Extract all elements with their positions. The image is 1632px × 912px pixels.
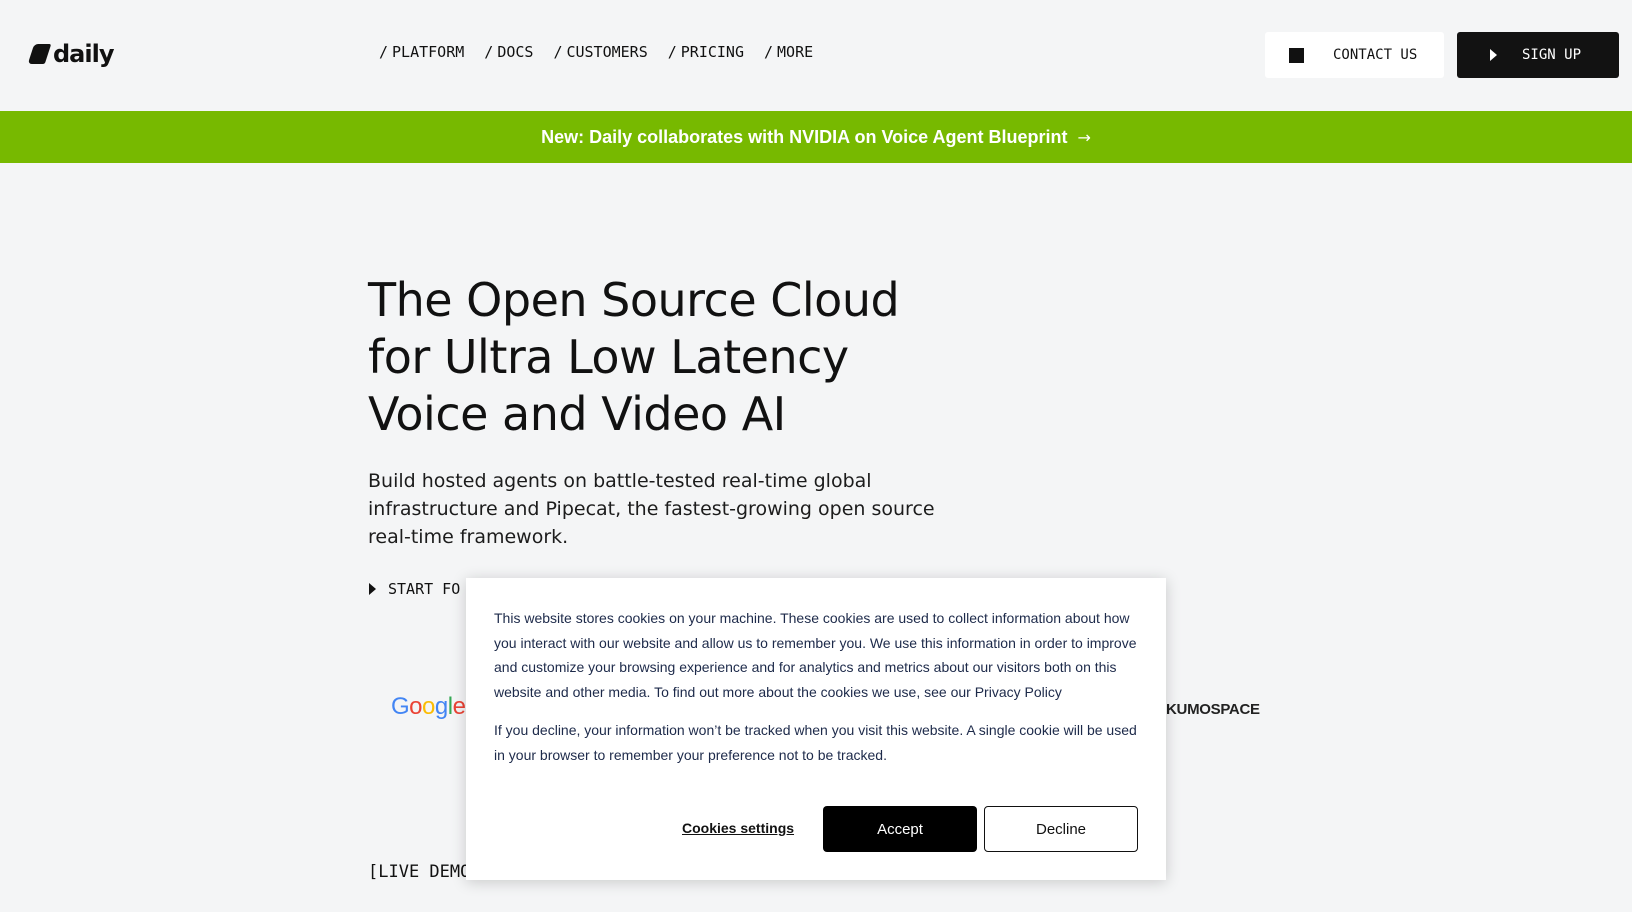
daily-logo[interactable]: daily bbox=[27, 40, 114, 68]
nav-item-pricing[interactable]: / PRICING bbox=[668, 43, 744, 61]
arrow-right-icon: → bbox=[1077, 127, 1091, 147]
nav-label: PLATFORM bbox=[392, 43, 465, 61]
sign-up-label: SIGN UP bbox=[1522, 47, 1582, 63]
nav-item-more[interactable]: / MORE bbox=[764, 43, 813, 61]
nav-item-customers[interactable]: / CUSTOMERS bbox=[553, 43, 647, 61]
nav-slash: / bbox=[379, 43, 389, 61]
nav-label: DOCS bbox=[497, 43, 534, 61]
cookie-consent-dialog: This website stores cookies on your mach… bbox=[466, 578, 1166, 880]
hero-title: The Open Source Cloud for Ultra Low Late… bbox=[368, 273, 900, 441]
google-letter: G bbox=[391, 693, 410, 720]
nav-slash: / bbox=[764, 43, 774, 61]
contact-us-button[interactable]: CONTACT US bbox=[1265, 32, 1444, 78]
cookies-settings-button[interactable]: Cookies settings bbox=[682, 820, 794, 836]
google-letter: e bbox=[452, 693, 466, 720]
start-free-button[interactable]: START FO bbox=[369, 580, 460, 598]
play-triangle-icon bbox=[1490, 49, 1497, 61]
announcement-banner[interactable]: New: Daily collaborates with NVIDIA on V… bbox=[0, 111, 1632, 163]
nav-slash: / bbox=[484, 43, 494, 61]
daily-logo-mark-icon bbox=[27, 44, 52, 64]
announcement-text: New: Daily collaborates with NVIDIA on V… bbox=[541, 126, 1068, 147]
nav-label: MORE bbox=[777, 43, 814, 61]
nav-slash: / bbox=[553, 43, 563, 61]
square-icon bbox=[1289, 47, 1304, 63]
google-logo: Google bbox=[391, 693, 466, 721]
nav-label: PRICING bbox=[680, 43, 744, 61]
decline-button[interactable]: Decline bbox=[984, 806, 1138, 852]
nav-slash: / bbox=[667, 43, 677, 61]
contact-us-label: CONTACT US bbox=[1333, 47, 1418, 63]
kumospace-logo: KUMOSPACE bbox=[1166, 701, 1260, 718]
cookie-text-1: This website stores cookies on your mach… bbox=[494, 606, 1138, 704]
sign-up-button[interactable]: SIGN UP bbox=[1457, 32, 1619, 78]
accept-button[interactable]: Accept bbox=[823, 806, 977, 852]
google-letter: g bbox=[434, 693, 448, 720]
privacy-policy-link[interactable]: Privacy Policy bbox=[975, 684, 1062, 700]
nav-item-docs[interactable]: / DOCS bbox=[484, 43, 533, 61]
main-nav: / PLATFORM / DOCS / CUSTOMERS / PRICING / MOR… bbox=[379, 43, 813, 61]
start-free-label: START FO bbox=[388, 580, 461, 598]
live-demo-label: [LIVE DEMO] bbox=[368, 862, 481, 882]
play-triangle-icon bbox=[369, 583, 376, 595]
google-letter: o bbox=[409, 693, 423, 720]
cookie-paragraph-2: If you decline, your information won’t b… bbox=[494, 722, 1137, 763]
top-navigation-bar: daily / PLATFORM / DOCS / CUSTOMERS / PRICIN… bbox=[0, 0, 1632, 111]
nav-item-platform[interactable]: / PLATFORM bbox=[379, 43, 464, 61]
daily-logo-text: daily bbox=[53, 40, 114, 68]
cookie-actions: Cookies settings Accept Decline bbox=[466, 806, 1166, 852]
hero-subtitle: Build hosted agents on battle-tested rea… bbox=[368, 470, 935, 548]
google-letter: o bbox=[422, 693, 435, 720]
nav-label: CUSTOMERS bbox=[566, 43, 648, 61]
